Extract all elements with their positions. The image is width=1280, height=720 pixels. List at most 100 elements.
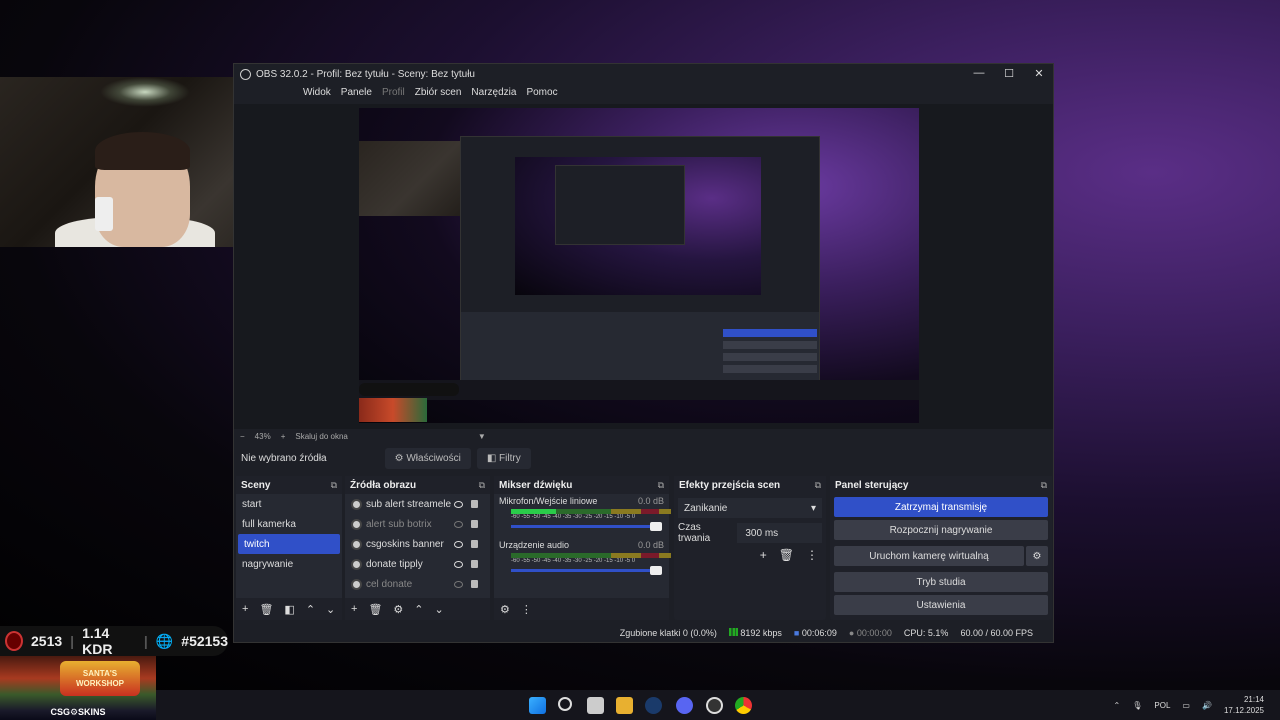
menu-zbior-scen[interactable]: Zbiór scen (410, 84, 467, 102)
browser-source-icon (351, 578, 362, 590)
eye-icon[interactable] (454, 500, 463, 508)
add-icon[interactable]: + (242, 603, 248, 615)
nested-inner-window (555, 165, 685, 245)
browser-source-icon (351, 498, 362, 510)
lock-icon[interactable] (471, 580, 478, 588)
channel-name: Urządzenie audio (499, 540, 570, 550)
stop-stream-button[interactable]: Zatrzymaj transmisję (834, 497, 1048, 517)
source-item[interactable]: cel donate (345, 574, 490, 594)
chevron-up-icon[interactable]: ⌃ (1114, 701, 1121, 710)
source-item[interactable]: alert sub botrix (345, 514, 490, 534)
browser-source-icon (351, 558, 362, 570)
live-time: 00:06:09 (801, 628, 837, 638)
chevron-down-icon[interactable]: ▼ (478, 432, 486, 441)
chevron-up-icon[interactable]: ⌃ (414, 603, 423, 616)
gear-icon[interactable]: ⚙ (393, 603, 403, 616)
more-options-icon[interactable]: ⋮ (521, 603, 532, 616)
language-indicator[interactable]: POL (1154, 701, 1170, 710)
windows-start-icon[interactable] (529, 697, 546, 714)
add-icon[interactable]: + (760, 548, 767, 562)
discord-icon[interactable] (676, 697, 693, 714)
source-item[interactable]: csgoskins banner (345, 534, 490, 554)
nested-canvas (515, 157, 761, 295)
volume-slider[interactable] (511, 566, 662, 575)
lock-icon[interactable] (471, 500, 478, 508)
chevron-down-icon[interactable]: ⌄ (435, 603, 444, 616)
duration-input[interactable]: 300 ms (737, 523, 822, 543)
eye-icon[interactable] (454, 560, 463, 568)
filters-button[interactable]: ◧ Filtry (476, 448, 531, 469)
add-icon[interactable]: + (351, 603, 357, 615)
network-icon[interactable]: ▭ (1182, 701, 1190, 710)
steam-icon[interactable] (645, 697, 662, 714)
cpu-usage: CPU: 5.1% (903, 628, 949, 638)
studio-mode-button[interactable]: Tryb studia (834, 572, 1048, 592)
popout-icon[interactable]: ⧉ (815, 480, 821, 491)
virtual-camera-button[interactable]: Uruchom kamerę wirtualną (834, 546, 1024, 566)
popout-icon[interactable]: ⧉ (658, 480, 664, 491)
preview-canvas[interactable] (359, 108, 919, 423)
source-item[interactable]: sub alert streamele (345, 494, 490, 514)
scene-item[interactable]: full kamerka (236, 514, 342, 534)
filter-icon[interactable]: ◧ (284, 603, 294, 616)
slider-knob[interactable] (650, 566, 662, 575)
preview-area[interactable] (234, 104, 1053, 429)
menu-narzedzia[interactable]: Narzędzia (466, 84, 521, 102)
trash-icon[interactable]: 🗑 (368, 603, 382, 616)
source-item[interactable]: donate tipply (345, 554, 490, 574)
menu-bar: Widok Panele Profil Zbiór scen Narzędzia… (298, 84, 563, 102)
eye-icon[interactable] (454, 540, 463, 548)
popout-icon[interactable]: ⧉ (331, 480, 337, 491)
volume-slider[interactable] (511, 522, 662, 531)
menu-widok[interactable]: Widok (298, 84, 336, 102)
lock-icon[interactable] (471, 560, 478, 568)
scene-item-selected[interactable]: twitch (238, 534, 340, 554)
maximize-button[interactable]: ☐ (994, 67, 1024, 80)
meter-scale: -60 -55 -50 -45 -40 -35 -30 -25 -20 -15 … (511, 558, 636, 564)
folder-icon[interactable] (616, 697, 633, 714)
scene-item[interactable]: nagrywanie (236, 554, 342, 574)
gear-icon[interactable]: ⚙ (1026, 546, 1048, 566)
scene-item[interactable]: start (236, 494, 342, 514)
globe-icon: 🌐 (155, 632, 174, 649)
menu-panele[interactable]: Panele (336, 84, 377, 102)
slider-knob[interactable] (650, 522, 662, 531)
lock-icon[interactable] (471, 540, 478, 548)
store-icon[interactable] (587, 697, 604, 714)
microphone-icon[interactable]: 🎙 (1132, 701, 1142, 710)
zoom-in-button[interactable]: + (281, 432, 286, 441)
chevron-down-icon[interactable]: ⌄ (326, 603, 335, 616)
chrome-icon[interactable] (735, 697, 752, 714)
transition-select[interactable]: Zanikanie ▾ (678, 498, 822, 518)
properties-button[interactable]: ⚙ Właściwości (384, 448, 471, 469)
eye-hidden-icon[interactable] (454, 580, 463, 588)
search-icon[interactable] (558, 697, 572, 711)
source-name: donate tipply (366, 558, 423, 570)
popout-icon[interactable]: ⧉ (1041, 480, 1047, 491)
menu-pomoc[interactable]: Pomoc (521, 84, 562, 102)
scale-mode-select[interactable]: Skaluj do okna (295, 432, 347, 441)
popout-icon[interactable]: ⧉ (479, 480, 485, 491)
chevron-up-icon[interactable]: ⌃ (306, 603, 315, 616)
volume-meter (511, 509, 671, 514)
eye-hidden-icon[interactable] (454, 520, 463, 528)
trash-icon[interactable]: 🗑 (259, 603, 273, 616)
settings-button[interactable]: Ustawienia (834, 595, 1048, 615)
obs-taskbar-icon[interactable] (706, 697, 723, 714)
minimize-button[interactable]: — (964, 67, 994, 79)
advanced-audio-icon[interactable]: ⚙ (500, 603, 510, 616)
menu-profil[interactable]: Profil (377, 84, 410, 102)
nested-stats-overlay (359, 383, 459, 396)
signal-icon (728, 628, 738, 636)
nested-button (723, 341, 817, 349)
trash-icon[interactable]: 🗑 (779, 548, 794, 562)
zoom-out-button[interactable]: − (240, 432, 245, 441)
more-options-icon[interactable]: ⋮ (806, 548, 818, 562)
start-recording-button[interactable]: Rozpocznij nagrywanie (834, 520, 1048, 540)
lock-icon[interactable] (471, 520, 478, 528)
channel-name: Mikrofon/Wejście liniowe (499, 496, 598, 506)
channel-db: 0.0 dB (637, 496, 664, 506)
close-button[interactable]: ✕ (1024, 67, 1054, 80)
volume-icon[interactable]: 🔊 (1202, 701, 1212, 710)
clock[interactable]: 21:14 17.12.2025 (1224, 694, 1264, 716)
